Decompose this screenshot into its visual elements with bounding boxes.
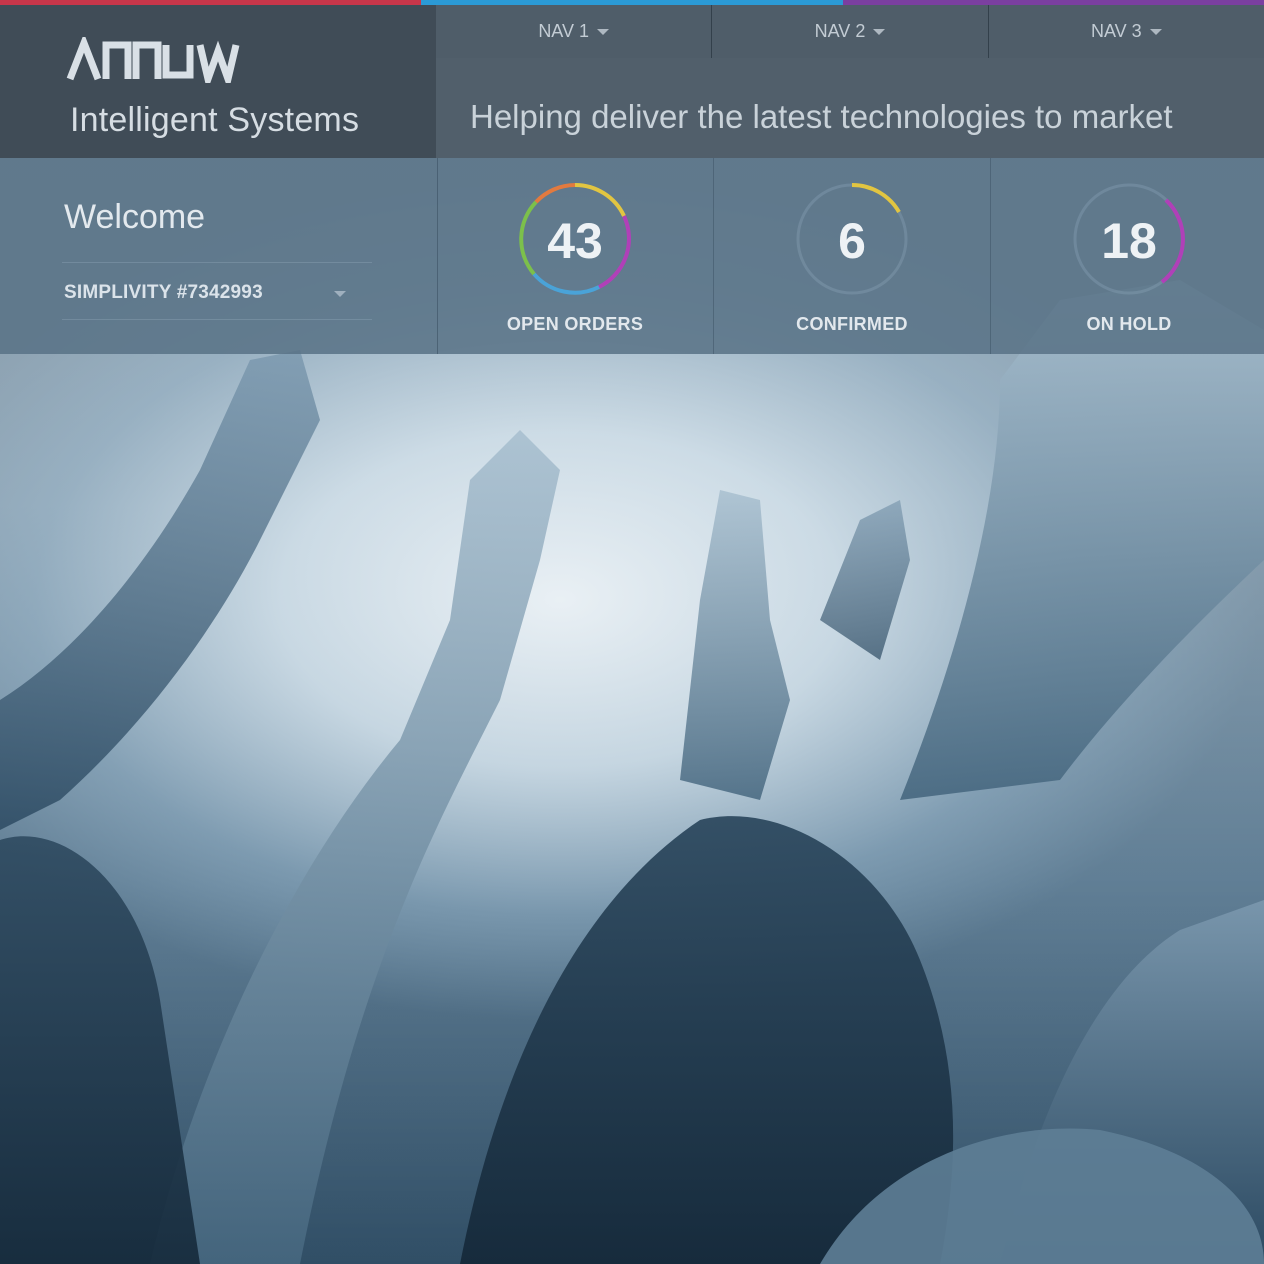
page: Intelligent Systems NAV 1 NAV 2 NAV 3 He…	[0, 0, 1264, 1264]
nav-item-label: NAV 1	[538, 21, 589, 41]
tagline: Helping deliver the latest technologies …	[470, 98, 1173, 135]
nav-item-2[interactable]: NAV 2	[712, 5, 989, 58]
brand-panel: Intelligent Systems	[0, 5, 436, 158]
welcome-heading: Welcome	[64, 198, 206, 236]
stats-strip: Welcome SIMPLIVITY #7342993 43 OPEN ORDE…	[0, 158, 1264, 354]
stat-label: CONFIRMED	[796, 314, 908, 334]
tagline-panel: Helping deliver the latest technologies …	[436, 58, 1264, 158]
nav-item-label: NAV 3	[1090, 21, 1142, 41]
nav-item-3[interactable]: NAV 3	[989, 5, 1264, 58]
chevron-down-icon	[334, 291, 346, 297]
stat-value: 6	[838, 213, 866, 269]
nav-item-1[interactable]: NAV 1	[436, 5, 713, 58]
nav-item-label: NAV 2	[814, 21, 866, 41]
welcome-panel: Welcome SIMPLIVITY #7342993	[0, 158, 438, 354]
stat-label: ON HOLD	[1086, 314, 1172, 334]
stat-value: 18	[1101, 213, 1157, 269]
stat-value: 43	[547, 213, 603, 269]
stat-confirmed[interactable]: 6 CONFIRMED	[714, 158, 991, 354]
brand-subtitle: Intelligent Systems	[70, 101, 360, 139]
chevron-down-icon	[597, 28, 609, 35]
account-select-value: SIMPLIVITY #7342993	[64, 282, 263, 303]
arrow-logo[interactable]	[66, 33, 262, 92]
stat-label: OPEN ORDERS	[506, 314, 644, 334]
stat-on-hold[interactable]: 18 ON HOLD	[991, 158, 1264, 354]
stat-open-orders[interactable]: 43 OPEN ORDERS	[437, 158, 714, 354]
chevron-down-icon	[1149, 28, 1162, 35]
arrow-logo-icon	[66, 33, 240, 92]
main-nav: NAV 1 NAV 2 NAV 3	[436, 5, 1264, 58]
chevron-down-icon	[873, 28, 886, 35]
account-select[interactable]: SIMPLIVITY #7342993	[62, 262, 372, 320]
